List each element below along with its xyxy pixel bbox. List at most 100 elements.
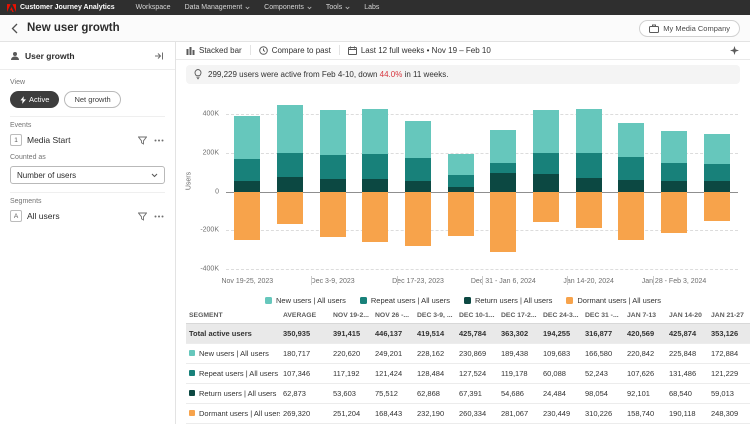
bar-segment[interactable] <box>320 179 346 191</box>
bar-segment[interactable] <box>533 174 559 192</box>
nav-item-components[interactable]: Components <box>257 0 319 15</box>
filter-icon[interactable] <box>137 135 148 146</box>
stacked-bar-icon <box>186 46 195 55</box>
legend-item[interactable]: Return users | All users <box>464 296 552 305</box>
legend-item[interactable]: New users | All users <box>265 296 346 305</box>
bar-segment[interactable] <box>234 192 260 241</box>
bar-segment[interactable] <box>320 192 346 237</box>
bar-segment[interactable] <box>704 164 730 181</box>
value-cell: 24,484 <box>540 383 582 403</box>
bar-segment[interactable] <box>704 181 730 191</box>
bar-segment[interactable] <box>661 163 687 181</box>
table-column-header: DEC 17-2... <box>498 308 540 324</box>
legend-item[interactable]: Repeat users | All users <box>360 296 450 305</box>
bar-segment[interactable] <box>490 173 516 192</box>
nav-item-workspace[interactable]: Workspace <box>129 0 178 15</box>
bar-segment[interactable] <box>448 154 474 175</box>
collapse-panel-icon[interactable] <box>153 50 165 62</box>
bar-segment[interactable] <box>320 155 346 180</box>
bar-segment[interactable] <box>405 181 431 192</box>
top-nav: Customer Journey Analytics Workspace Dat… <box>0 0 750 15</box>
company-selector-button[interactable]: My Media Company <box>639 20 740 37</box>
bar-segment[interactable] <box>277 192 303 225</box>
bar-segment[interactable] <box>320 110 346 154</box>
bar-segment[interactable] <box>277 153 303 177</box>
bar-segment[interactable] <box>661 181 687 192</box>
bar-segment[interactable] <box>576 153 602 178</box>
bar-segment[interactable] <box>277 177 303 192</box>
value-cell: 180,717 <box>280 343 330 363</box>
bar-segment[interactable] <box>405 158 431 181</box>
compare-to-past-button[interactable]: Compare to past <box>259 46 331 55</box>
bar-segment[interactable] <box>448 187 474 192</box>
bar-segment[interactable] <box>576 178 602 191</box>
back-button[interactable] <box>10 22 19 35</box>
bar-segment[interactable] <box>704 134 730 164</box>
bar-segment[interactable] <box>234 159 260 182</box>
chart-legend: New users | All users Repeat users | All … <box>176 293 750 308</box>
date-range-button[interactable]: Last 12 full weeks • Nov 19 – Feb 10 <box>348 46 491 55</box>
segment-label-cell: Repeat users | All users <box>186 363 280 383</box>
more-options-icon[interactable] <box>153 138 165 143</box>
more-options-icon[interactable] <box>153 214 165 219</box>
bar-segment[interactable] <box>618 192 644 240</box>
bar-segment[interactable] <box>234 181 260 191</box>
value-cell: 446,137 <box>372 323 414 343</box>
bar-segment[interactable] <box>533 153 559 174</box>
bar-segment[interactable] <box>533 110 559 153</box>
chart-type-button[interactable]: Stacked bar <box>186 46 242 55</box>
segment-name[interactable]: All users <box>27 211 132 221</box>
panel-header: User growth <box>0 42 175 70</box>
value-cell: 54,686 <box>498 383 540 403</box>
value-cell: 107,626 <box>624 363 666 383</box>
bar-segment[interactable] <box>277 105 303 153</box>
table-column-header: DEC 31 -... <box>582 308 624 324</box>
bar-segment[interactable] <box>704 192 730 221</box>
bar-segment[interactable] <box>576 192 602 229</box>
bar-segment[interactable] <box>533 192 559 223</box>
bar-segment[interactable] <box>618 123 644 156</box>
bar-segment[interactable] <box>362 109 388 154</box>
counted-as-select[interactable]: Number of users <box>10 166 165 184</box>
nav-item-labs[interactable]: Labs <box>357 0 386 15</box>
insight-banner: 299,229 users were active from Feb 4-10,… <box>186 65 740 84</box>
adobe-logo-icon[interactable] <box>7 4 16 12</box>
bar-segment[interactable] <box>405 121 431 158</box>
bar-segment[interactable] <box>661 131 687 162</box>
calendar-icon <box>348 46 357 55</box>
event-name[interactable]: Media Start <box>27 135 132 145</box>
nav-item-data-management[interactable]: Data Management <box>178 0 258 15</box>
bar-segment[interactable] <box>448 192 474 237</box>
x-axis-label: Jan 14-20, 2024 <box>563 278 614 285</box>
bar-segment[interactable] <box>490 163 516 173</box>
view-option-active[interactable]: Active <box>10 91 59 108</box>
x-axis-label: Dec 17-23, 2023 <box>392 278 444 285</box>
table-column-header: DEC 10-1... <box>456 308 498 324</box>
bar-segment[interactable] <box>661 192 687 234</box>
bar-segment[interactable] <box>405 192 431 246</box>
event-row: 1 Media Start <box>10 134 165 146</box>
table-row: New users | All users180,717220,620249,2… <box>186 343 750 363</box>
bar-segment[interactable] <box>618 157 644 180</box>
bar-segment[interactable] <box>490 130 516 162</box>
bar-segment[interactable] <box>362 192 388 242</box>
table-column-header: AVERAGE <box>280 308 330 324</box>
view-toggle: Active Net growth <box>10 91 165 108</box>
bar-segment[interactable] <box>618 180 644 191</box>
segment-swatch <box>189 390 195 396</box>
bar-segment[interactable] <box>576 109 602 153</box>
segment-label-text: Dormant users | All users <box>199 409 280 418</box>
sparkle-icon[interactable] <box>729 45 740 56</box>
legend-item[interactable]: Dormant users | All users <box>566 296 661 305</box>
bar-segment[interactable] <box>448 175 474 187</box>
bar-segment[interactable] <box>362 154 388 179</box>
bar-segment[interactable] <box>234 116 260 159</box>
value-cell: 121,229 <box>708 363 750 383</box>
bar-segment[interactable] <box>362 179 388 192</box>
nav-item-tools[interactable]: Tools <box>319 0 357 15</box>
segment-label-cell: Total active users <box>186 323 280 343</box>
filter-icon[interactable] <box>137 211 148 222</box>
table-column-header: JAN 14-20 <box>666 308 708 324</box>
view-option-net-growth[interactable]: Net growth <box>64 91 120 108</box>
bar-segment[interactable] <box>490 192 516 252</box>
